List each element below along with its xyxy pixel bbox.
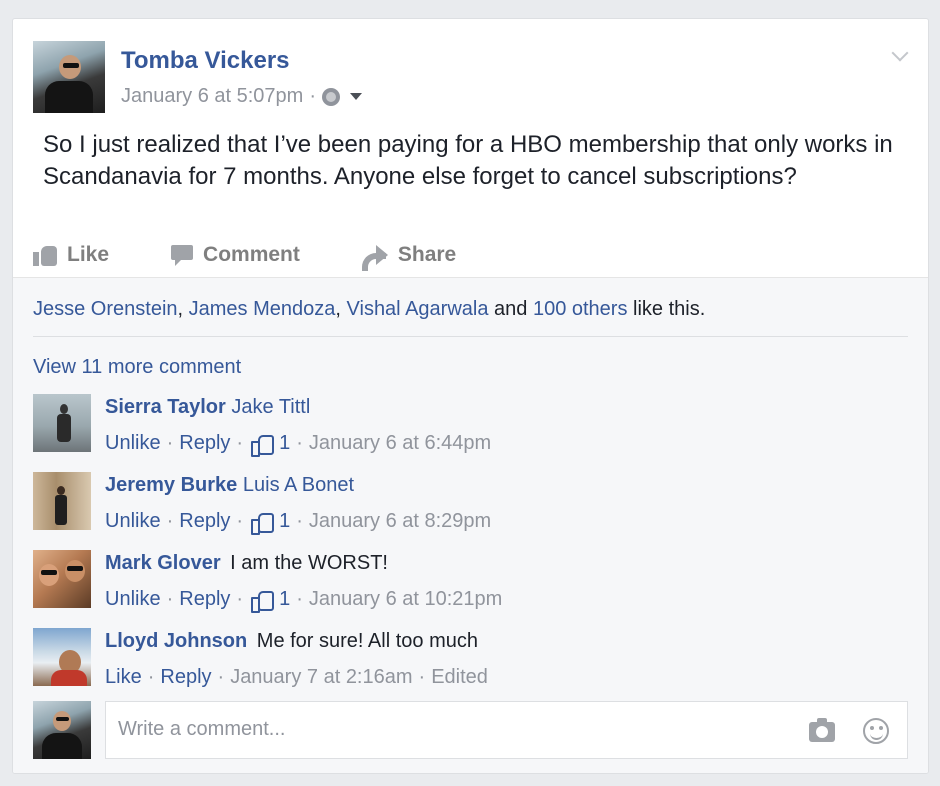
comment: Sierra Taylor Jake Tittl Unlike · Reply … (33, 394, 908, 464)
reply-link[interactable]: Reply (179, 588, 230, 611)
likes-and: and (488, 298, 533, 320)
dot-separator: · (236, 588, 244, 610)
share-button[interactable]: Share (361, 235, 457, 275)
dot-separator: · (166, 432, 174, 454)
comment-actions: Unlike · Reply · 1 · January 6 at 10:21p… (105, 588, 502, 613)
author-name[interactable]: Tomba Vickers (121, 47, 290, 75)
avatar[interactable] (33, 628, 91, 686)
likes-summary: Jesse Orenstein, James Mendoza, Vishal A… (33, 298, 705, 321)
like-button[interactable]: Like (33, 235, 109, 275)
avatar[interactable] (33, 550, 91, 608)
liker-name[interactable]: James Mendoza (189, 298, 336, 320)
comment-actions: Like · Reply · January 7 at 2:16am · Edi… (105, 666, 488, 689)
comment-text: Me for sure! All too much (256, 630, 478, 652)
comment-timestamp[interactable]: January 6 at 8:29pm (309, 510, 491, 533)
avatar[interactable] (33, 472, 91, 530)
comment-timestamp[interactable]: January 6 at 6:44pm (309, 432, 491, 455)
comment-label: Comment (203, 243, 300, 266)
comment-text-line: Sierra Taylor Jake Tittl (105, 396, 310, 419)
liker-name[interactable]: Jesse Orenstein (33, 298, 178, 320)
like-label: Like (67, 243, 110, 266)
avatar[interactable] (33, 394, 91, 452)
comment-timestamp[interactable]: January 7 at 2:16am (230, 666, 412, 689)
dot-separator: · (166, 510, 174, 532)
likes-separator: , (335, 298, 347, 320)
comment-actions: Unlike · Reply · 1 · January 6 at 6:44pm (105, 432, 491, 457)
meta-separator: · (309, 85, 317, 107)
dot-separator: · (166, 588, 174, 610)
comment: Mark Glover I am the WORST! Unlike · Rep… (33, 550, 908, 620)
comment-like-count[interactable]: 1 (279, 588, 290, 611)
dot-separator: · (418, 666, 426, 688)
comment-like-count[interactable]: 1 (279, 510, 290, 533)
comment-text-line: Jeremy Burke Luis A Bonet (105, 474, 354, 497)
comment-author[interactable]: Jeremy Burke (105, 474, 237, 496)
post-options-button[interactable] (891, 44, 909, 62)
thumbs-up-icon[interactable] (251, 590, 275, 613)
reply-link[interactable]: Reply (160, 666, 211, 689)
comment-author[interactable]: Sierra Taylor (105, 396, 226, 418)
comment-like-count[interactable]: 1 (279, 432, 290, 455)
comment: Jeremy Burke Luis A Bonet Unlike · Reply… (33, 472, 908, 542)
comment-author[interactable]: Lloyd Johnson (105, 630, 247, 652)
post-meta: January 6 at 5:07pm · (121, 85, 363, 108)
dot-separator: · (236, 432, 244, 454)
comment-input[interactable]: Write a comment... (105, 701, 908, 759)
thumbs-up-icon (33, 244, 57, 266)
dot-separator: · (296, 510, 303, 532)
post-timestamp[interactable]: January 6 at 5:07pm (121, 85, 303, 108)
liker-name[interactable]: Vishal Agarwala (347, 298, 489, 320)
likes-separator: , (177, 298, 189, 320)
thumbs-up-icon[interactable] (251, 434, 275, 457)
comment-text: I am the WORST! (230, 552, 388, 574)
dot-separator: · (296, 432, 303, 454)
likes-others-link[interactable]: 100 others (533, 298, 628, 320)
edited-label[interactable]: Edited (431, 666, 488, 689)
emoji-icon[interactable] (863, 718, 889, 744)
share-label: Share (397, 243, 457, 266)
unlike-link[interactable]: Unlike (105, 588, 161, 611)
globe-icon[interactable] (322, 87, 341, 106)
post-actions: Like Comment Share (33, 235, 518, 275)
post-header: Tomba Vickers January 6 at 5:07pm · (33, 41, 908, 113)
comment-input-placeholder: Write a comment... (118, 718, 286, 740)
comment-actions: Unlike · Reply · 1 · January 6 at 8:29pm (105, 510, 491, 535)
dot-separator: · (296, 588, 303, 610)
unlike-link[interactable]: Unlike (105, 510, 161, 533)
view-more-comments-link[interactable]: View 11 more comment (33, 356, 241, 379)
comments-section: Jesse Orenstein, James Mendoza, Vishal A… (13, 277, 928, 773)
post-card: Tomba Vickers January 6 at 5:07pm · So I… (12, 18, 929, 774)
author-avatar[interactable] (33, 41, 105, 113)
camera-icon[interactable] (809, 718, 835, 742)
divider (33, 336, 908, 337)
caret-down-icon[interactable] (350, 93, 363, 100)
share-icon (361, 245, 388, 271)
comment-icon (171, 245, 194, 266)
comment-author[interactable]: Mark Glover (105, 552, 221, 574)
dot-separator: · (217, 666, 225, 688)
thumbs-up-icon[interactable] (251, 512, 275, 535)
composer-avatar (33, 701, 91, 759)
dot-separator: · (147, 666, 155, 688)
unlike-link[interactable]: Unlike (105, 432, 161, 455)
comment-text[interactable]: Jake Tittl (231, 396, 310, 418)
dot-separator: · (236, 510, 244, 532)
comment-text-line: Lloyd Johnson Me for sure! All too much (105, 630, 478, 653)
like-link[interactable]: Like (105, 666, 142, 689)
chevron-down-icon (891, 44, 909, 62)
reply-link[interactable]: Reply (179, 432, 230, 455)
comment: Lloyd Johnson Me for sure! All too much … (33, 628, 908, 698)
comment-text-line: Mark Glover I am the WORST! (105, 552, 388, 575)
comment-timestamp[interactable]: January 6 at 10:21pm (309, 588, 502, 611)
reply-link[interactable]: Reply (179, 510, 230, 533)
comment-text[interactable]: Luis A Bonet (243, 474, 354, 496)
likes-suffix: like this. (627, 298, 706, 320)
post-text: So I just realized that I’ve been paying… (43, 131, 893, 190)
comment-button[interactable]: Comment (171, 235, 300, 275)
